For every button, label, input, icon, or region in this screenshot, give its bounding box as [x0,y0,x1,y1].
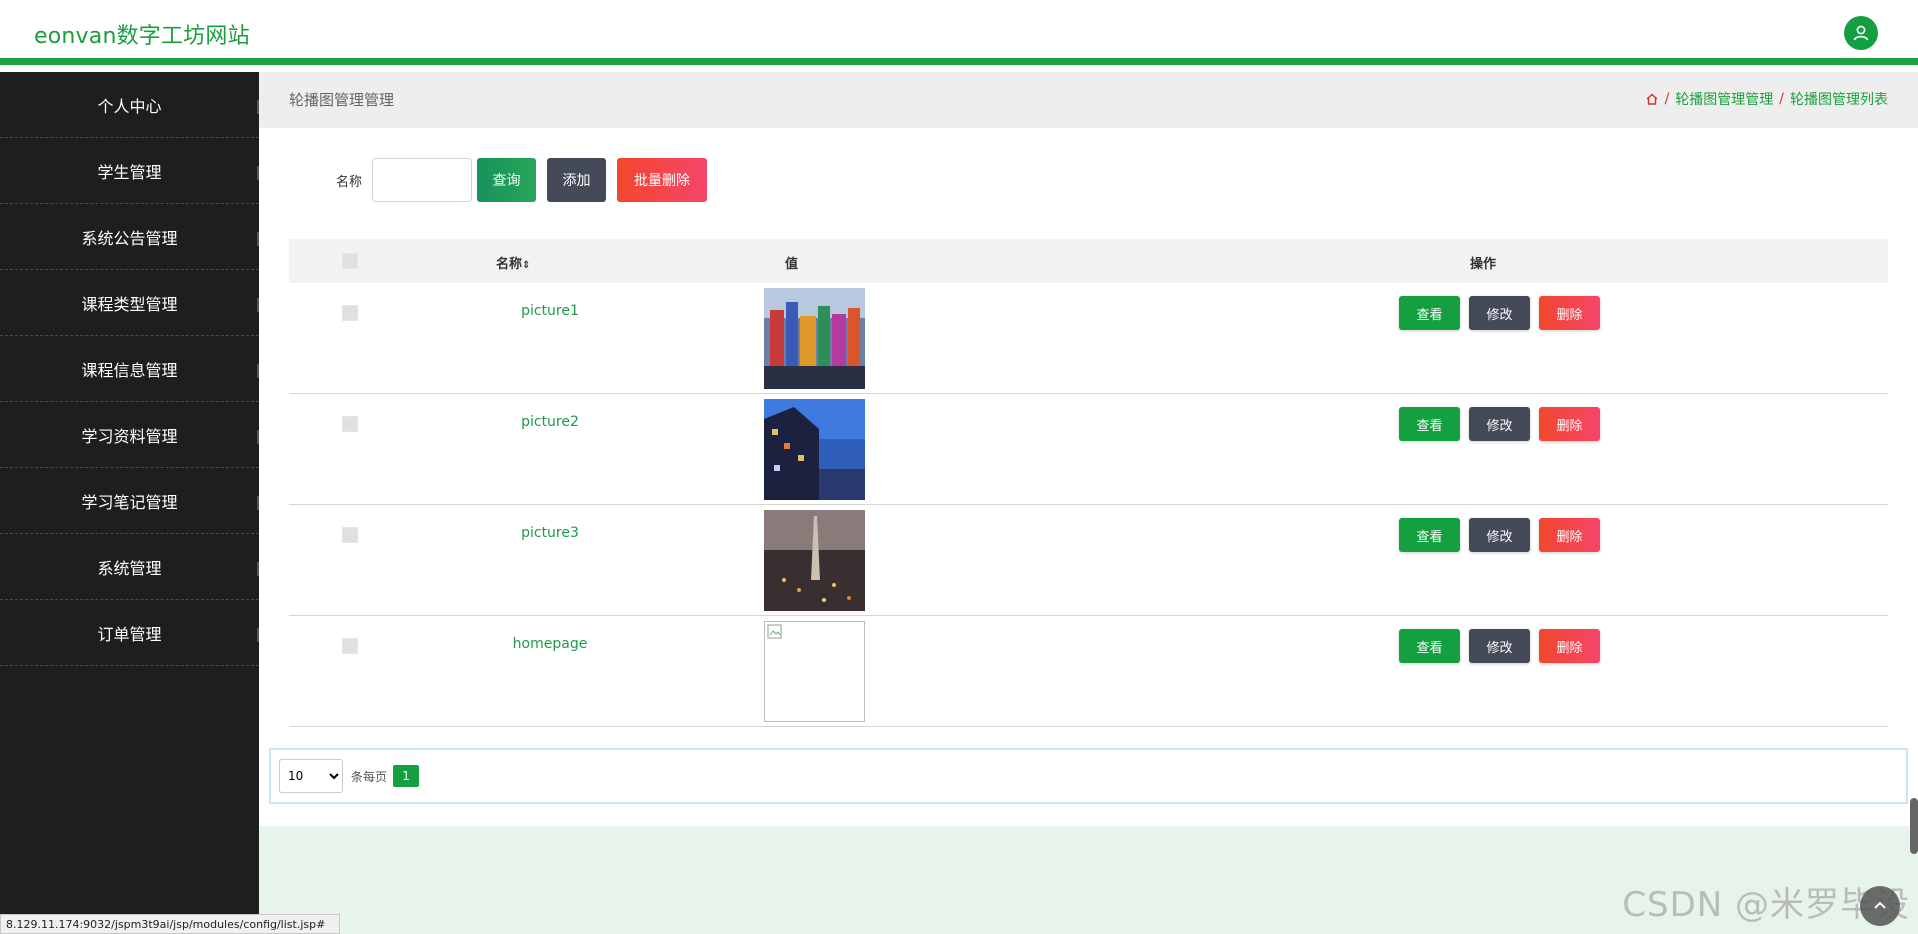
row-actions: 查看 修改 删除 [1399,407,1600,441]
page-size-label: 条每页 [351,769,388,784]
delete-button[interactable]: 删除 [1539,518,1600,552]
edit-button[interactable]: 修改 [1469,296,1530,330]
select-all-checkbox[interactable] [342,253,358,269]
sidebar-item-announcements[interactable]: 系统公告管理 [0,204,259,270]
edit-button[interactable]: 修改 [1469,518,1530,552]
breadcrumb-item-module[interactable]: 轮播图管理管理 [1675,89,1773,109]
home-icon[interactable] [1645,92,1659,106]
table-row: picture1 查看 修改 删除 [289,283,1888,394]
thumbnail-image-night-city[interactable] [764,510,865,611]
sidebar-item-orders[interactable]: 订单管理 [0,600,259,666]
sidebar-item-students[interactable]: 学生管理 [0,138,259,204]
breadcrumb: / 轮播图管理管理 / 轮播图管理列表 [1645,89,1888,109]
view-button[interactable]: 查看 [1399,296,1460,330]
sidebar-item-course-info[interactable]: 课程信息管理 [0,336,259,402]
main-area: 轮播图管理管理 / 轮播图管理管理 / 轮播图管理列表 名称 查询 添加 批量删… [259,72,1918,934]
sort-icon[interactable]: ⇕ [522,260,530,271]
edit-button[interactable]: 修改 [1469,629,1530,663]
delete-button[interactable]: 删除 [1539,296,1600,330]
row-actions: 查看 修改 删除 [1399,629,1600,663]
column-header-name[interactable]: 名称⇕ [496,253,530,272]
breadcrumb-item-list[interactable]: 轮播图管理列表 [1790,89,1888,109]
user-avatar[interactable] [1844,16,1878,50]
row-name[interactable]: picture1 [450,303,650,319]
table-row: picture3 查看 修改 删除 [289,505,1888,616]
site-brand[interactable]: eonvan数字工坊网站 [34,18,250,50]
sidebar-item-personal-center[interactable]: 个人中心 [0,72,259,138]
browser-status-url: 8.129.11.174:9032/jspm3t9ai/jsp/modules/… [0,914,340,934]
delete-button[interactable]: 删除 [1539,407,1600,441]
vertical-scrollbar[interactable] [1910,798,1918,854]
search-label: 名称 [336,174,363,190]
row-checkbox[interactable] [342,305,358,321]
row-actions: 查看 修改 删除 [1399,518,1600,552]
batch-delete-button[interactable]: 批量删除 [617,158,708,202]
view-button[interactable]: 查看 [1399,629,1460,663]
row-checkbox[interactable] [342,527,358,543]
sidebar-item-course-types[interactable]: 课程类型管理 [0,270,259,336]
view-button[interactable]: 查看 [1399,518,1460,552]
title-bar: 轮播图管理管理 / 轮播图管理管理 / 轮播图管理列表 [259,72,1918,128]
content-panel: 名称 查询 添加 批量删除 名称⇕ 值 操作 picture1 查看 修改 删除… [259,128,1918,826]
page-number-current[interactable]: 1 [393,765,420,787]
sidebar-item-system[interactable]: 系统管理 [0,534,259,600]
sidebar-item-notes[interactable]: 学习笔记管理 [0,468,259,534]
thumbnail-image-colorful-city[interactable] [764,288,865,389]
broken-image-icon[interactable] [764,621,865,722]
table-row: homepage 查看 修改 删除 [289,616,1888,727]
row-name[interactable]: picture2 [450,414,650,430]
pagination: 10 条每页 1 [269,748,1908,804]
page-size-select[interactable]: 10 [279,759,343,793]
data-table: 名称⇕ 值 操作 picture1 查看 修改 删除 picture2 查看 修… [289,239,1888,727]
back-to-top-button[interactable] [1860,886,1900,926]
table-header: 名称⇕ 值 操作 [289,239,1888,283]
row-checkbox[interactable] [342,638,358,654]
row-name[interactable]: homepage [450,636,650,652]
search-form: 名称 查询 添加 批量删除 [336,158,718,202]
sidebar-item-materials[interactable]: 学习资料管理 [0,402,259,468]
sidebar-nav: 个人中心 学生管理 系统公告管理 课程类型管理 课程信息管理 学习资料管理 学习… [0,72,259,934]
query-button[interactable]: 查询 [477,158,537,202]
user-icon [1853,25,1869,41]
view-button[interactable]: 查看 [1399,407,1460,441]
arrow-up-icon [1874,901,1886,909]
row-name[interactable]: picture3 [450,525,650,541]
breadcrumb-separator: / [1664,91,1670,107]
row-actions: 查看 修改 删除 [1399,296,1600,330]
page-title: 轮播图管理管理 [289,91,395,109]
top-header: eonvan数字工坊网站 [0,0,1918,65]
row-checkbox[interactable] [342,416,358,432]
column-header-ops: 操作 [1470,257,1497,272]
add-button[interactable]: 添加 [547,158,607,202]
column-header-value: 值 [785,257,799,272]
table-row: picture2 查看 修改 删除 [289,394,1888,505]
breadcrumb-separator: / [1779,91,1784,107]
name-search-input[interactable] [372,158,473,202]
thumbnail-image-blue-building[interactable] [764,399,865,500]
edit-button[interactable]: 修改 [1469,407,1530,441]
delete-button[interactable]: 删除 [1539,629,1600,663]
